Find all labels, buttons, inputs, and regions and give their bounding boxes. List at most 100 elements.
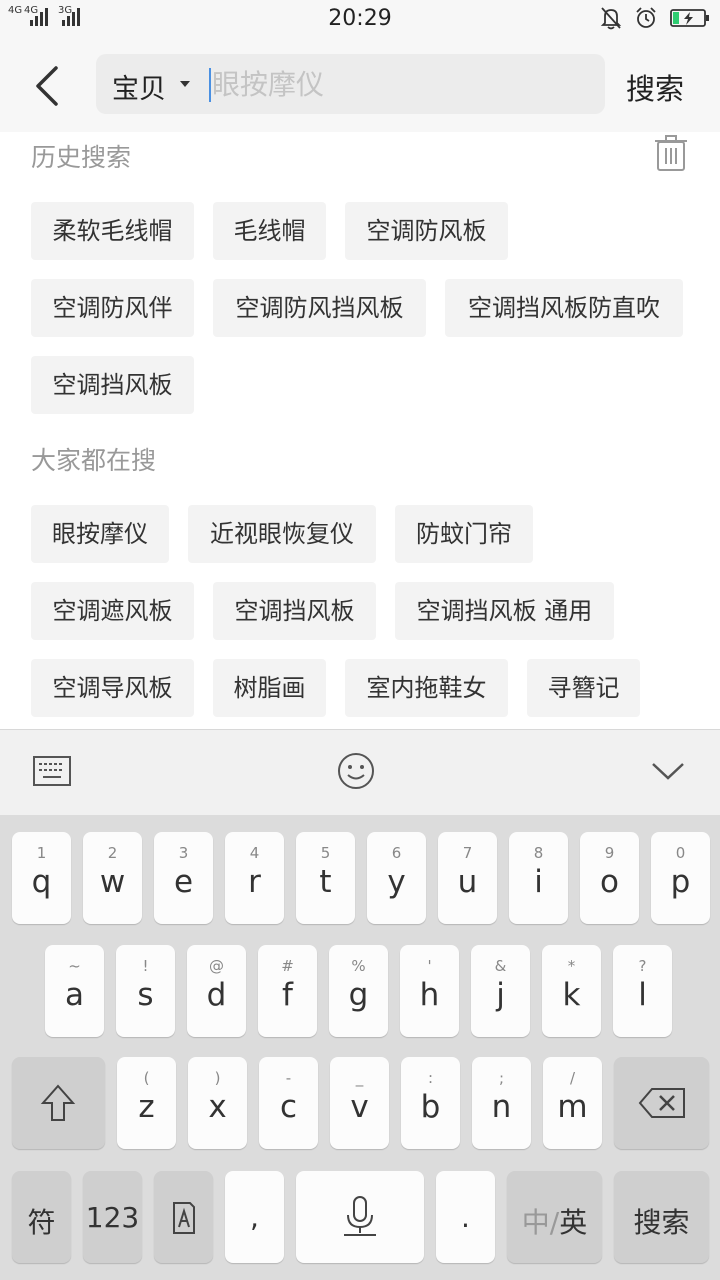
popular-tag[interactable]: 空调遮风板 [31,582,194,640]
symbols-key[interactable]: 符 [12,1171,71,1263]
history-tag[interactable]: 柔软毛线帽 [31,202,194,260]
handwriting-icon [173,1202,195,1234]
soft-keyboard: 符 123 , . 中/英 搜索 1 q 2 w 3 e 4 r 5 t 6 y… [0,815,720,1280]
battery-charging-icon [670,9,709,27]
numbers-key[interactable]: 123 [83,1171,142,1263]
key-letter-label: w [99,864,126,900]
search-input[interactable] [212,64,592,104]
key-hint-label: 5 [320,844,331,862]
letter-key[interactable]: (z [117,1057,176,1149]
key-hint-label: 9 [604,844,615,862]
letter-key[interactable]: % g [329,945,388,1037]
popular-tag[interactable]: 防蚊门帘 [395,505,533,563]
collapse-keyboard-icon[interactable] [650,760,686,782]
letter-key[interactable]: 6y [367,832,426,924]
backspace-icon [638,1088,685,1118]
letter-key[interactable]: 2w [83,832,142,924]
letter-key[interactable]: 8i [509,832,568,924]
shift-key[interactable] [12,1057,105,1149]
key-hint-label: _ [355,1069,364,1087]
emoji-icon[interactable] [337,752,375,790]
keyboard-toolbar [0,729,720,815]
history-tag[interactable]: 空调挡风板 [31,356,194,414]
key-hint-label: ( [143,1069,150,1087]
letter-key[interactable]: ; n [472,1057,531,1149]
letter-key[interactable]: ) x [188,1057,247,1149]
popular-tag[interactable]: 空调挡风板 [213,582,376,640]
delete-key[interactable] [614,1057,709,1149]
popular-tag[interactable]: 近视眼恢复仪 [188,505,376,563]
key-hint-label: % [351,957,366,975]
key-hint-label: 2 [107,844,118,862]
letter-key[interactable]: * k [542,945,601,1037]
letter-key[interactable]: @ d [187,945,246,1037]
text-input-key[interactable] [154,1171,213,1263]
letter-key[interactable]: 7u [438,832,497,924]
letter-key[interactable]: -c [259,1057,318,1149]
letter-key[interactable]: 5t [296,832,355,924]
letter-key[interactable]: ? l [613,945,672,1037]
key-hint-label: ~ [68,957,81,975]
key-hint-label: 0 [675,844,686,862]
key-letter-label: a [65,977,84,1013]
key-hint-label: @ [209,957,224,975]
history-tag[interactable]: 空调防风挡风板 [213,279,426,337]
popular-tag[interactable]: 室内拖鞋女 [345,659,508,717]
trash-icon[interactable] [654,134,688,172]
letter-key[interactable]: 9o [580,832,639,924]
key-letter-label: n [491,1089,512,1125]
key-hint-label: 4 [249,844,260,862]
popular-tag[interactable]: 寻簪记 [527,659,640,717]
key-letter-label: v [350,1089,369,1125]
history-tag[interactable]: 空调防风伴 [31,279,194,337]
popular-tag[interactable]: 空调挡风板 通用 [395,582,614,640]
popular-tag[interactable]: 树脂画 [213,659,326,717]
key-letter-label: p [670,864,691,900]
period-key[interactable]: . [436,1171,495,1263]
letter-key[interactable]: 0p [651,832,710,924]
letter-key[interactable]: ! s [116,945,175,1037]
key-letter-label: h [419,977,440,1013]
microphone-icon [344,1196,376,1236]
voice-space-key[interactable] [296,1171,424,1263]
chevron-down-icon[interactable] [180,81,190,87]
letter-key[interactable]: ~ a [45,945,104,1037]
key-letter-label: s [137,977,154,1013]
search-button[interactable]: 搜索 [626,66,684,108]
key-hint-label: * [567,957,576,975]
letter-key[interactable]: & j [471,945,530,1037]
search-scope-label[interactable]: 宝贝 [112,67,166,106]
history-tag[interactable]: 空调挡风板防直吹 [445,279,683,337]
text-cursor [209,68,211,102]
comma-key[interactable]: , [225,1171,284,1263]
letter-key[interactable]: 3e [154,832,213,924]
key-letter-label: z [138,1089,155,1125]
search-header: 宝贝 搜索 [0,40,720,132]
letter-key[interactable]: / m [543,1057,602,1149]
letter-key[interactable]: :b [401,1057,460,1149]
key-letter-label: d [206,977,227,1013]
letter-key[interactable]: 1q [12,832,71,924]
key-letter-label: f [282,977,293,1013]
key-hint-label: 7 [462,844,473,862]
back-arrow-icon[interactable] [28,62,68,110]
keyboard-icon[interactable] [33,754,71,788]
key-letter-label: q [31,864,52,900]
key-hint-label: ; [498,1069,505,1087]
letter-key[interactable]: # f [258,945,317,1037]
key-letter-label: j [496,977,505,1013]
key-letter-label: y [387,864,406,900]
popular-tag[interactable]: 眼按摩仪 [31,505,169,563]
language-switch-key[interactable]: 中/英 [507,1171,602,1263]
alarm-icon [636,7,656,28]
letter-key[interactable]: ' h [400,945,459,1037]
bell-off-icon [600,7,622,30]
popular-tag[interactable]: 空调导风板 [31,659,194,717]
history-tag[interactable]: 毛线帽 [213,202,326,260]
key-letter-label: k [562,977,581,1013]
search-box[interactable]: 宝贝 [96,54,605,114]
history-tag[interactable]: 空调防风板 [345,202,508,260]
search-enter-key[interactable]: 搜索 [614,1171,709,1263]
letter-key[interactable]: 4r [225,832,284,924]
letter-key[interactable]: _ v [330,1057,389,1149]
